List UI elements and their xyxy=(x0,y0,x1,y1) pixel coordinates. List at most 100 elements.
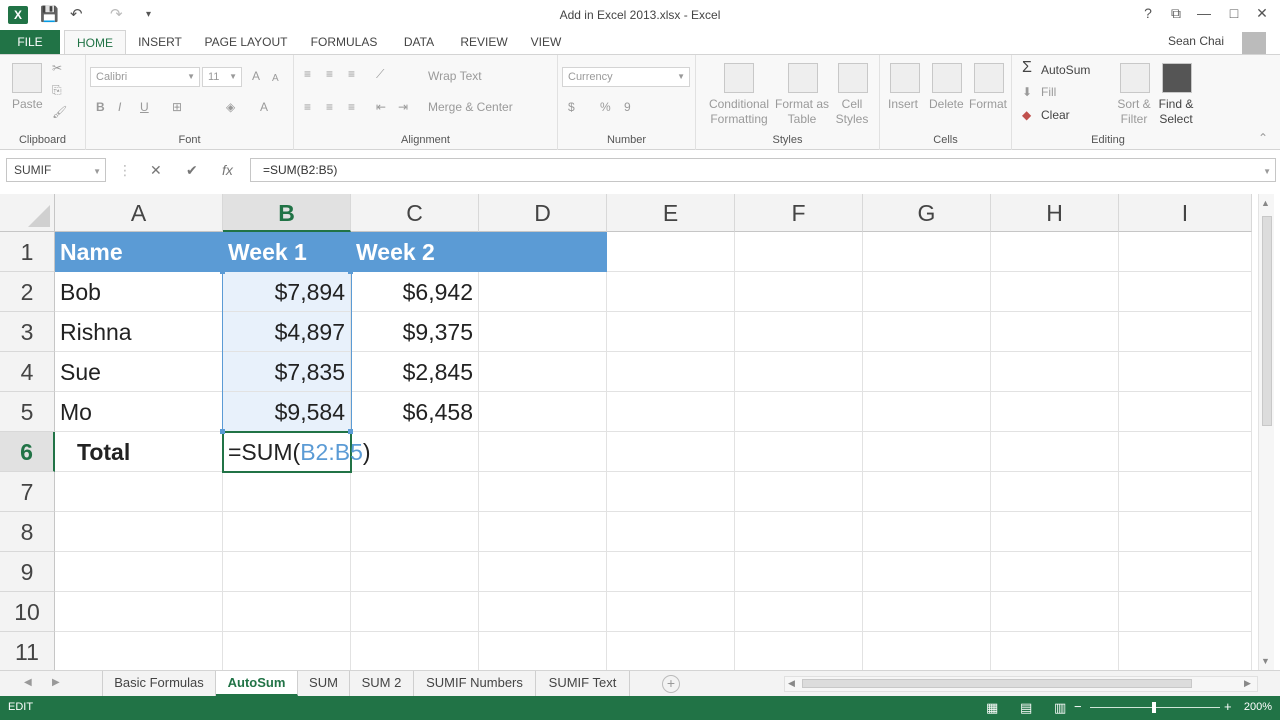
empty-cell[interactable] xyxy=(991,432,1119,472)
empty-cell[interactable] xyxy=(223,632,351,670)
format-as-table-icon[interactable] xyxy=(788,63,818,93)
align-top-icon[interactable]: ≡ xyxy=(304,67,311,82)
empty-cell[interactable] xyxy=(351,552,479,592)
font-size-box[interactable]: 11 ▼ xyxy=(202,67,242,87)
empty-cell[interactable] xyxy=(607,352,735,392)
wrap-text-button[interactable]: Wrap Text xyxy=(428,69,482,84)
zoom-out-icon[interactable]: − xyxy=(1074,699,1082,714)
empty-cell[interactable] xyxy=(735,272,863,312)
empty-cell[interactable] xyxy=(1119,272,1252,312)
shrink-font-button[interactable]: A xyxy=(272,71,279,86)
empty-cell[interactable] xyxy=(1119,312,1252,352)
paste-icon[interactable] xyxy=(12,63,42,93)
empty-cell[interactable] xyxy=(991,352,1119,392)
fill-color-icon[interactable]: ◈ xyxy=(226,100,235,115)
tab-view[interactable]: VIEW xyxy=(524,30,568,54)
empty-cell[interactable] xyxy=(55,592,223,632)
increase-indent-icon[interactable]: ⇥ xyxy=(398,100,408,115)
cell-c3[interactable]: $9,375 xyxy=(351,312,479,352)
select-all-button[interactable] xyxy=(0,194,55,232)
avatar[interactable] xyxy=(1242,32,1266,56)
sort-filter-icon[interactable] xyxy=(1120,63,1150,93)
comma-button[interactable]: 9 xyxy=(624,100,631,115)
horizontal-scroll-thumb[interactable] xyxy=(802,679,1192,688)
empty-cell[interactable] xyxy=(607,472,735,512)
cancel-entry-button[interactable]: ✕ xyxy=(150,162,162,179)
font-name-box[interactable]: Calibri ▼ xyxy=(90,67,200,87)
empty-cell[interactable] xyxy=(479,312,607,352)
empty-cell[interactable] xyxy=(863,512,991,552)
currency-button[interactable]: $ xyxy=(568,100,575,115)
bold-button[interactable]: B xyxy=(96,100,105,115)
cell-c1[interactable]: Week 2 xyxy=(351,232,607,272)
collapse-ribbon-icon[interactable]: ⌃ xyxy=(1258,131,1268,146)
empty-cell[interactable] xyxy=(1119,352,1252,392)
formula-input[interactable]: =SUM(B2:B5) ▼ xyxy=(250,158,1276,182)
name-box[interactable]: SUMIF ▼ xyxy=(6,158,106,182)
align-middle-icon[interactable]: ≡ xyxy=(326,67,333,82)
empty-cell[interactable] xyxy=(351,632,479,670)
align-right-icon[interactable]: ≡ xyxy=(348,100,355,115)
empty-cell[interactable] xyxy=(991,552,1119,592)
column-header-d[interactable]: D xyxy=(479,194,607,232)
empty-cell[interactable] xyxy=(1119,552,1252,592)
tab-home[interactable]: HOME xyxy=(64,30,126,54)
empty-cell[interactable] xyxy=(863,632,991,670)
format-painter-icon[interactable]: 🖌 xyxy=(52,105,67,120)
page-break-view-icon[interactable]: ▥ xyxy=(1054,700,1066,716)
insert-cells-button[interactable]: Insert xyxy=(888,97,918,112)
empty-cell[interactable] xyxy=(991,392,1119,432)
underline-button[interactable]: U xyxy=(140,100,149,115)
empty-cell[interactable] xyxy=(607,552,735,592)
cell-b2[interactable]: $7,894 xyxy=(223,272,351,312)
empty-cell[interactable] xyxy=(735,432,863,472)
cell-c5[interactable]: $6,458 xyxy=(351,392,479,432)
italic-button[interactable]: I xyxy=(118,100,121,115)
empty-cell[interactable] xyxy=(607,592,735,632)
column-header-f[interactable]: F xyxy=(735,194,863,232)
empty-cell[interactable] xyxy=(863,392,991,432)
tab-file[interactable]: FILE xyxy=(0,30,60,54)
row-header-2[interactable]: 2 xyxy=(0,272,55,312)
align-left-icon[interactable]: ≡ xyxy=(304,100,311,115)
zoom-level[interactable]: 200% xyxy=(1244,701,1272,713)
column-header-a[interactable]: A xyxy=(55,194,223,232)
empty-cell[interactable] xyxy=(863,432,991,472)
empty-cell[interactable] xyxy=(991,272,1119,312)
help-button[interactable]: ? xyxy=(1136,5,1160,21)
empty-cell[interactable] xyxy=(1119,472,1252,512)
cut-icon[interactable]: ✂ xyxy=(52,61,62,76)
font-color-icon[interactable]: A xyxy=(260,100,268,115)
empty-cell[interactable] xyxy=(223,512,351,552)
row-header-4[interactable]: 4 xyxy=(0,352,55,392)
fill-button[interactable]: Fill xyxy=(1041,85,1056,100)
scroll-up-icon[interactable]: ▲ xyxy=(1261,198,1270,208)
row-header-9[interactable]: 9 xyxy=(0,552,55,592)
empty-cell[interactable] xyxy=(1119,232,1252,272)
ribbon-display-icon[interactable]: ⧉ xyxy=(1164,5,1188,22)
sort-filter-button[interactable]: Sort & Filter xyxy=(1114,97,1154,127)
conditional-formatting-button[interactable]: Conditional Formatting xyxy=(706,97,772,127)
empty-cell[interactable] xyxy=(607,512,735,552)
copy-icon[interactable]: ⎘ xyxy=(52,83,62,98)
expand-formula-bar-icon[interactable]: ▼ xyxy=(1263,161,1271,183)
tab-insert[interactable]: INSERT xyxy=(132,30,188,54)
empty-cell[interactable] xyxy=(223,592,351,632)
cell-c2[interactable]: $6,942 xyxy=(351,272,479,312)
scroll-left-icon[interactable]: ◀ xyxy=(788,678,795,689)
tab-review[interactable]: REVIEW xyxy=(454,30,514,54)
merge-center-button[interactable]: Merge & Center xyxy=(428,100,513,115)
empty-cell[interactable] xyxy=(735,472,863,512)
empty-cell[interactable] xyxy=(1119,632,1252,670)
borders-icon[interactable]: ⊞ xyxy=(172,100,182,115)
range-handle[interactable] xyxy=(348,269,353,274)
empty-cell[interactable] xyxy=(351,512,479,552)
empty-cell[interactable] xyxy=(223,472,351,512)
zoom-slider[interactable] xyxy=(1090,702,1220,713)
align-bottom-icon[interactable]: ≡ xyxy=(348,67,355,82)
autosum-button[interactable]: AutoSum xyxy=(1041,63,1090,78)
empty-cell[interactable] xyxy=(479,552,607,592)
empty-cell[interactable] xyxy=(351,472,479,512)
sheet-tab-sumif-numbers[interactable]: SUMIF Numbers xyxy=(414,671,536,696)
empty-cell[interactable] xyxy=(991,632,1119,670)
